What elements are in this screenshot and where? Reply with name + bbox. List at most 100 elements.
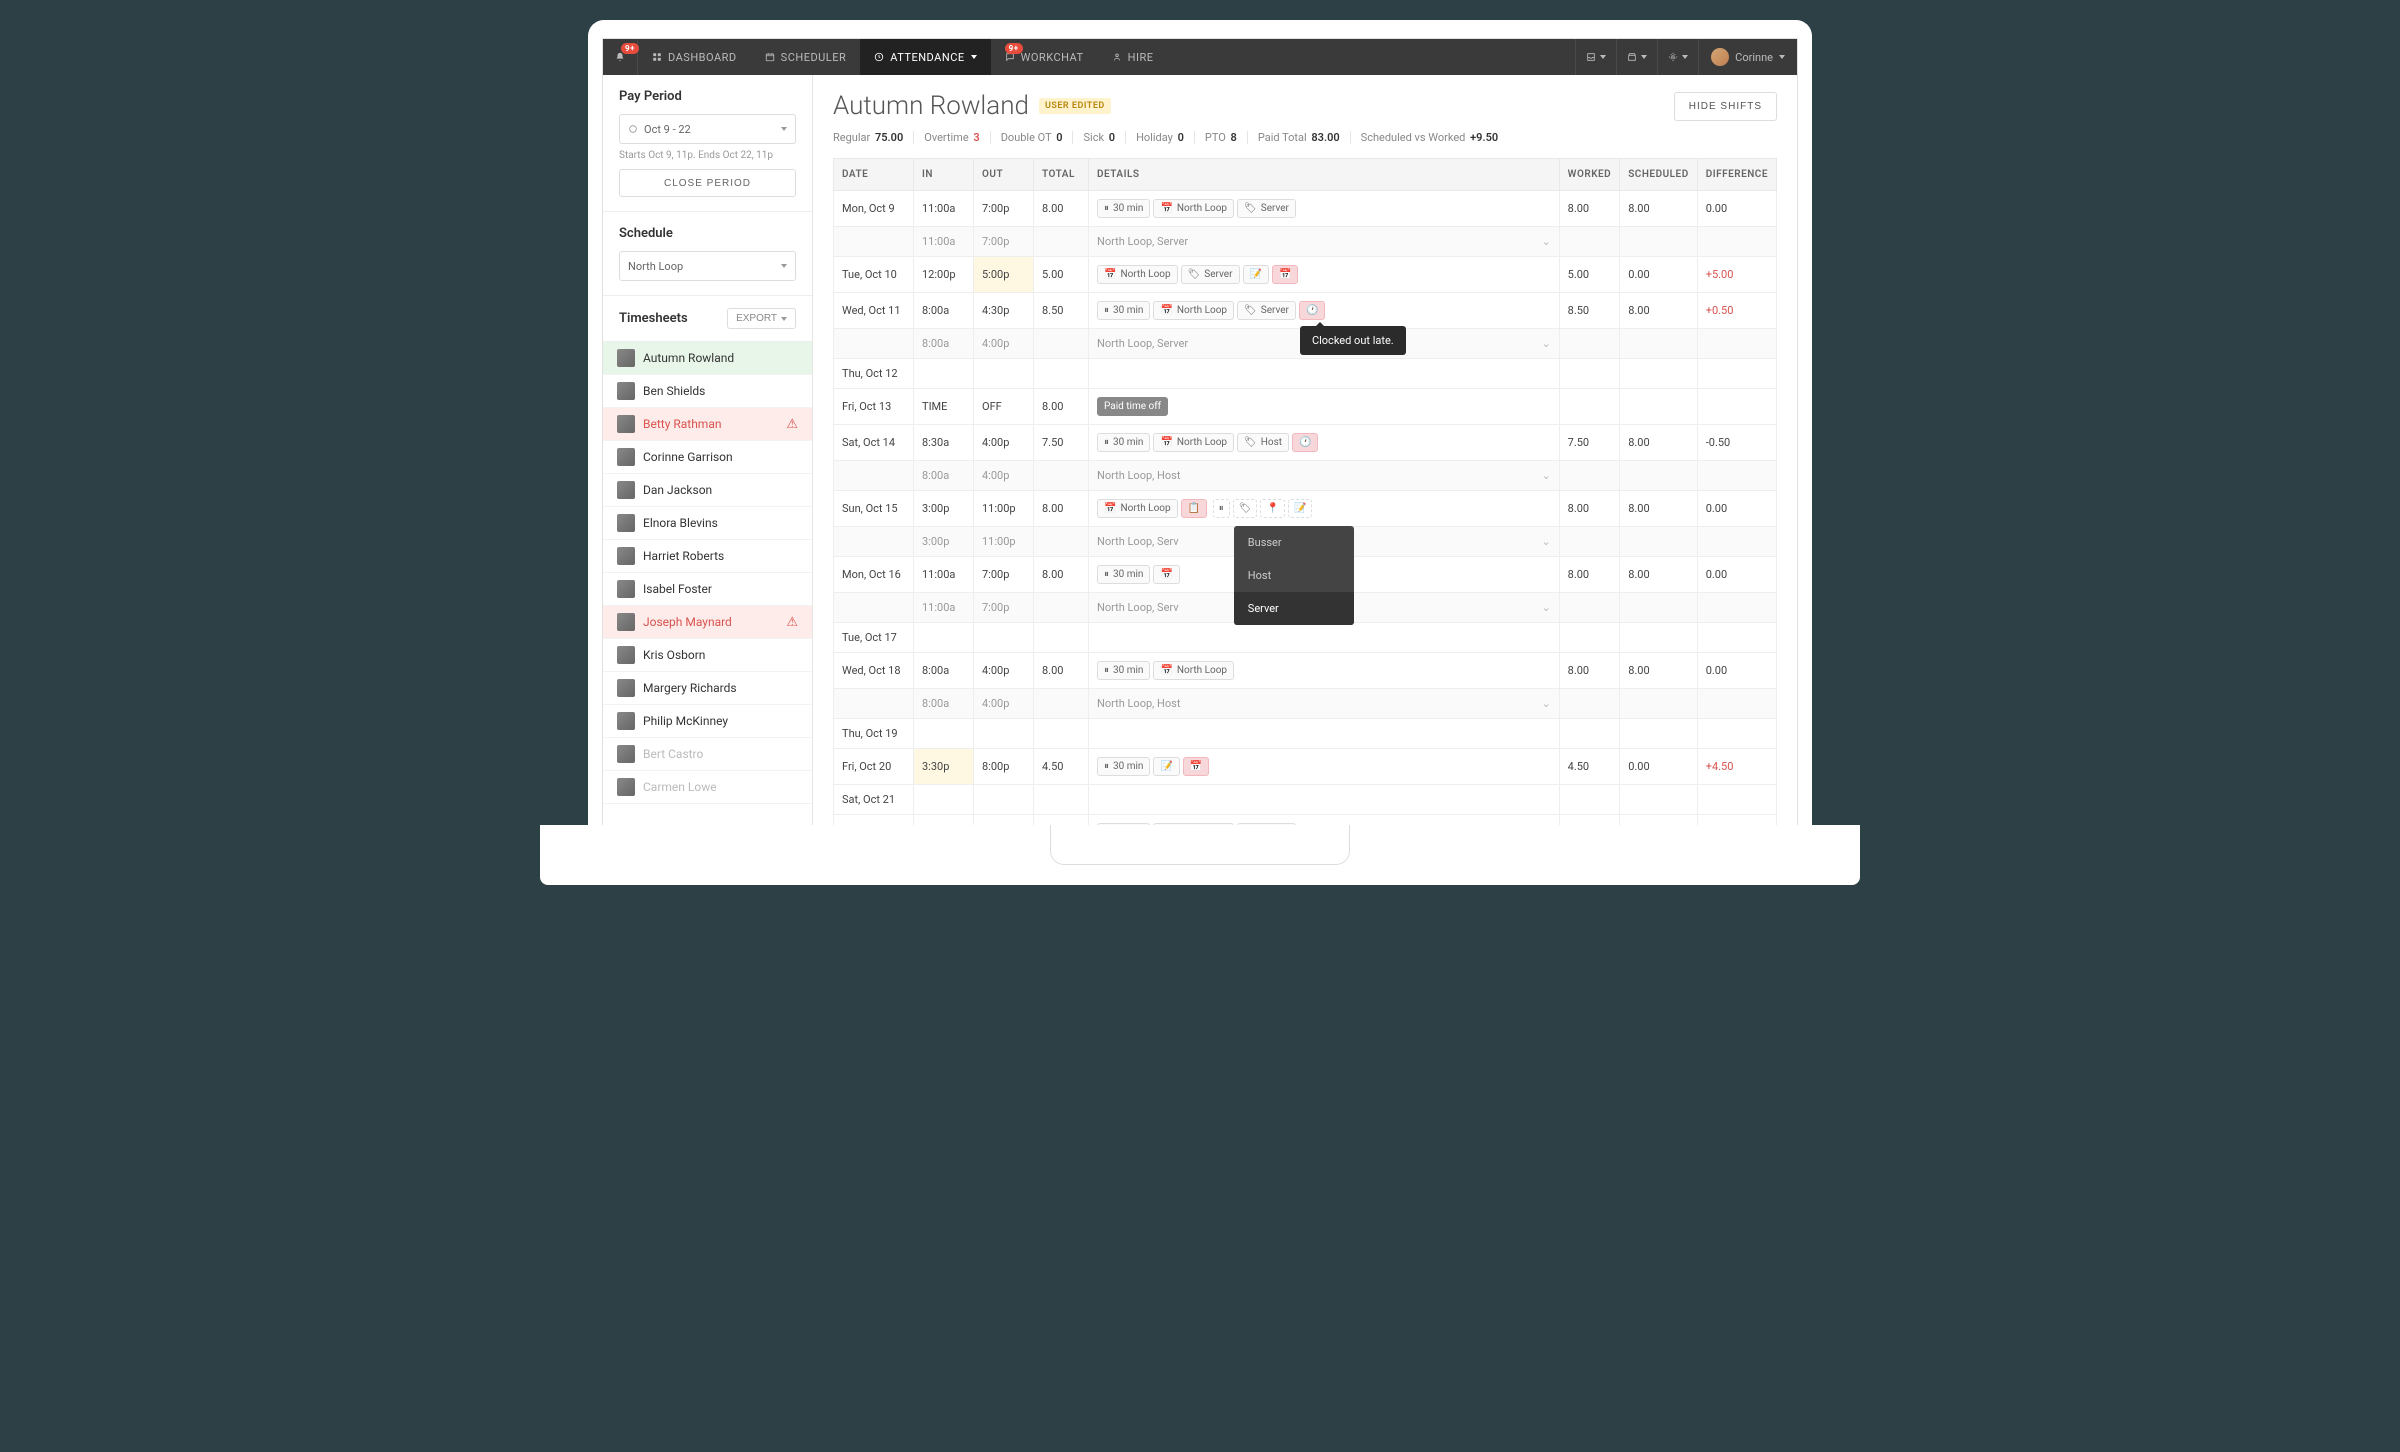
employee-row[interactable]: Harriet Roberts	[603, 540, 812, 573]
nav-workchat[interactable]: 9+ WORKCHAT	[991, 39, 1098, 75]
timesheet-table: DATE IN OUT TOTAL DETAILS WORKED SCHEDUL…	[833, 158, 1777, 825]
chevron-down-icon	[1641, 55, 1647, 59]
table-row: Thu, Oct 12	[834, 359, 1777, 389]
chevron-down-icon[interactable]: ⌄	[1541, 535, 1550, 548]
main-content: Autumn Rowland USER EDITED HIDE SHIFTS R…	[813, 75, 1797, 825]
table-row: Tue, Oct 1012:00p5:00p5.00 📅 North Loop🏷…	[834, 257, 1777, 293]
role-tag[interactable]: 🏷 Server	[1237, 301, 1296, 320]
table-row: Sun, Oct 153:00p11:00p8.00 📅 North Loop📋…	[834, 491, 1777, 527]
role-tag[interactable]: 🏷 Server	[1181, 265, 1240, 284]
table-row: Wed, Oct 118:00a4:30p8.50 ⏸ 30 min📅 Nort…	[834, 293, 1777, 329]
location-tag[interactable]: 📅 North Loop	[1097, 265, 1178, 284]
pay-period-select[interactable]: Oct 9 - 22	[619, 114, 796, 144]
nav-profile[interactable]: Corinne	[1698, 39, 1797, 75]
unscheduled-tag[interactable]: 📅	[1272, 265, 1298, 284]
employee-name: Isabel Foster	[643, 582, 712, 596]
clock-icon	[874, 52, 884, 62]
location-tag[interactable]: 📅 North Loop	[1097, 499, 1178, 518]
role-tag[interactable]: 🏷 Server	[1237, 199, 1296, 218]
employee-name: Corinne Garrison	[643, 450, 733, 464]
nav-settings[interactable]	[1657, 39, 1698, 75]
chevron-down-icon[interactable]: ⌄	[1541, 235, 1550, 248]
add-pin-tag[interactable]: 📍	[1260, 499, 1284, 518]
close-period-button[interactable]: CLOSE PERIOD	[619, 169, 796, 197]
avatar	[617, 580, 635, 598]
note-tag[interactable]: 📝	[1153, 757, 1179, 776]
location-tag[interactable]: 📅 North Loop	[1153, 199, 1234, 218]
alert-tag[interactable]: 📋	[1181, 499, 1207, 518]
nav-location[interactable]	[1616, 39, 1657, 75]
dashboard-icon	[652, 52, 662, 62]
location-tag[interactable]: 📅 North Loop	[1153, 301, 1234, 320]
schedule-select[interactable]: North Loop	[619, 251, 796, 281]
table-row: Fri, Oct 13TIMEOFF8.00Paid time off	[834, 389, 1777, 425]
note-tag[interactable]: 📝	[1243, 265, 1269, 284]
warning-icon: ⚠	[786, 615, 798, 630]
break-tag[interactable]: ⏸ 30 min	[1097, 757, 1150, 776]
export-button[interactable]: EXPORT	[727, 308, 796, 329]
employee-row[interactable]: Dan Jackson	[603, 474, 812, 507]
dropdown-option[interactable]: Server	[1234, 592, 1354, 625]
pto-tag[interactable]: Paid time off	[1097, 397, 1168, 416]
employee-row[interactable]: Betty Rathman⚠	[603, 408, 812, 441]
employee-row[interactable]: Bert Castro	[603, 738, 812, 771]
employee-row[interactable]: Margery Richards	[603, 672, 812, 705]
dropdown-option[interactable]: Busser	[1234, 526, 1354, 559]
nav-hire[interactable]: HIRE	[1098, 39, 1168, 75]
person-icon	[1112, 52, 1122, 62]
hide-shifts-button[interactable]: HIDE SHIFTS	[1674, 92, 1777, 121]
monitor-stand	[540, 825, 1860, 885]
add-break-tag[interactable]: ⏸	[1213, 499, 1230, 518]
role-tag[interactable]: 🏷 Host	[1237, 433, 1289, 452]
nav-notifications[interactable]: 9+	[603, 39, 637, 75]
chevron-down-icon[interactable]: ⌄	[1541, 337, 1550, 350]
location-tag[interactable]: 📅 North Loop	[1153, 433, 1234, 452]
chevron-down-icon[interactable]: ⌄	[1541, 469, 1550, 482]
employee-row[interactable]: Isabel Foster	[603, 573, 812, 606]
workchat-badge: 9+	[1005, 43, 1023, 54]
top-nav: 9+ DASHBOARD SCHEDULER ATTENDANCE 9+ WOR…	[603, 39, 1797, 75]
dropdown-option[interactable]: Host	[1234, 559, 1354, 592]
location-tag[interactable]: 📅 North Loop	[1153, 661, 1234, 680]
break-tag[interactable]: ⏸ 30 min	[1097, 301, 1150, 320]
pay-period-hint: Starts Oct 9, 11p. Ends Oct 22, 11p	[619, 150, 796, 161]
break-tag[interactable]: ⏸ 30 min	[1097, 661, 1150, 680]
employee-row[interactable]: Philip McKinney	[603, 705, 812, 738]
avatar	[617, 382, 635, 400]
chevron-down-icon[interactable]: ⌄	[1541, 697, 1550, 710]
late-tag[interactable]: 🕐	[1292, 433, 1318, 452]
late-tag[interactable]: 🕐Clocked out late.	[1299, 301, 1325, 320]
break-tag[interactable]: ⏸ 30 min	[1097, 199, 1150, 218]
break-tag[interactable]: ⏸ 30 min	[1097, 565, 1150, 584]
location-tag[interactable]: 📅	[1153, 565, 1179, 584]
avatar	[617, 349, 635, 367]
employee-row[interactable]: Joseph Maynard⚠	[603, 606, 812, 639]
employee-row[interactable]: Kris Osborn	[603, 639, 812, 672]
employee-row[interactable]: Autumn Rowland	[603, 342, 812, 375]
chevron-down-icon[interactable]: ⌄	[1541, 601, 1550, 614]
add-role-tag[interactable]: 🏷 Busser Host Server	[1233, 499, 1258, 518]
avatar	[617, 613, 635, 631]
unscheduled-tag[interactable]: 📅	[1183, 757, 1209, 776]
add-note-tag[interactable]: 📝	[1288, 499, 1312, 518]
avatar	[1711, 48, 1729, 66]
avatar	[617, 646, 635, 664]
table-sub-row: 8:00a4:00pNorth Loop, Host⌄	[834, 689, 1777, 719]
schedule-title: Schedule	[619, 226, 796, 241]
nav-dashboard[interactable]: DASHBOARD	[638, 39, 751, 75]
nav-attendance[interactable]: ATTENDANCE	[860, 39, 990, 75]
employee-row[interactable]: Ben Shields	[603, 375, 812, 408]
employee-list: Autumn RowlandBen ShieldsBetty Rathman⚠ C…	[603, 341, 812, 804]
sidebar: Pay Period Oct 9 - 22 Starts Oct 9, 11p.…	[603, 75, 813, 825]
avatar	[617, 514, 635, 532]
break-tag[interactable]: ⏸ 30 min	[1097, 433, 1150, 452]
employee-row[interactable]: Corinne Garrison	[603, 441, 812, 474]
timesheets-title: Timesheets	[619, 311, 688, 326]
nav-inbox[interactable]	[1575, 39, 1616, 75]
table-sub-row: 8:00a4:00pNorth Loop, Host⌄	[834, 461, 1777, 491]
app-screen: 9+ DASHBOARD SCHEDULER ATTENDANCE 9+ WOR…	[602, 38, 1798, 826]
employee-row[interactable]: Carmen Lowe	[603, 771, 812, 804]
nav-scheduler[interactable]: SCHEDULER	[751, 39, 861, 75]
table-row: Thu, Oct 19	[834, 719, 1777, 749]
employee-row[interactable]: Elnora Blevins	[603, 507, 812, 540]
